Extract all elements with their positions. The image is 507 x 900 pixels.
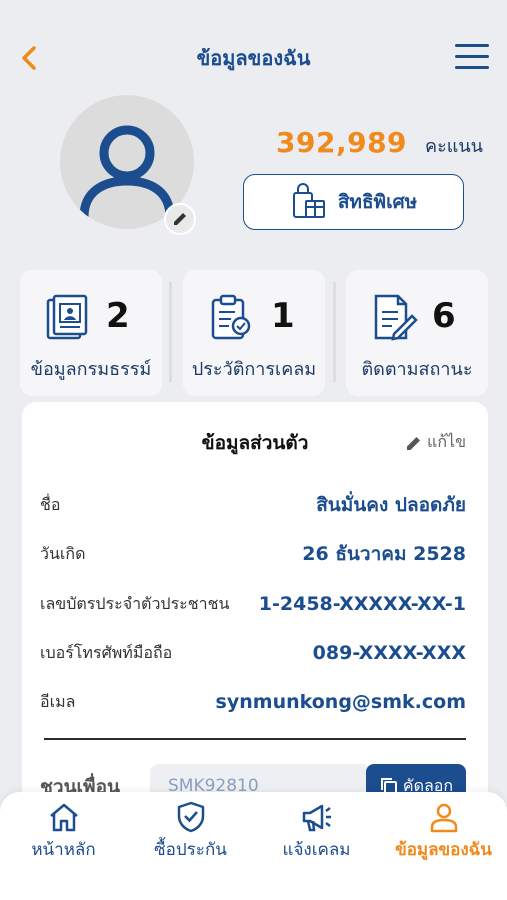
info-row-id-card: เลขบัตรประจำตัวประชาชน 1-2458-XXXXX-XX-1 bbox=[40, 589, 466, 619]
divider bbox=[169, 282, 172, 382]
info-row-birthdate: วันเกิด 26 ธันวาคม 2528 bbox=[40, 539, 466, 569]
info-value: 1-2458-XXXXX-XX-1 bbox=[258, 593, 466, 615]
tab-buy-insurance[interactable]: ซื้อประกัน bbox=[127, 792, 254, 900]
stat-card-claim-history[interactable]: 1 ประวัติการเคลม bbox=[183, 270, 325, 396]
info-label: เลขบัตรประจำตัวประชาชน bbox=[40, 593, 230, 613]
info-label: อีเมล bbox=[40, 691, 76, 711]
divider bbox=[333, 282, 336, 382]
stat-label: ข้อมูลกรมธรรม์ bbox=[30, 359, 152, 380]
shield-check-icon bbox=[177, 801, 204, 833]
personal-info-card: ข้อมูลส่วนตัว แก้ไข ชื่อ สินมั่นคง ปลอดภ… bbox=[22, 402, 488, 822]
info-value: สินมั่นคง ปลอดภัย bbox=[316, 494, 466, 516]
policy-document-icon bbox=[46, 294, 88, 340]
page-title: ข้อมูลของฉัน bbox=[196, 46, 311, 70]
stat-label: ติดตามสถานะ bbox=[361, 359, 473, 380]
tab-my-info[interactable]: ข้อมูลของฉัน bbox=[380, 792, 507, 900]
info-row-email: อีเมล synmunkong@smk.com bbox=[40, 687, 466, 717]
menu-button[interactable] bbox=[455, 44, 489, 72]
stat-value: 2 bbox=[106, 296, 130, 336]
info-label: เบอร์โทรศัพท์มือถือ bbox=[40, 642, 173, 662]
avatar-edit-button[interactable] bbox=[164, 203, 196, 235]
info-row-phone: เบอร์โทรศัพท์มือถือ 089-XXXX-XXX bbox=[40, 638, 466, 668]
info-row-name: ชื่อ สินมั่นคง ปลอดภัย bbox=[40, 490, 466, 520]
header: ข้อมูลของฉัน bbox=[0, 0, 507, 110]
tab-report-claim[interactable]: แจ้งเคลม bbox=[253, 792, 380, 900]
info-label: วันเกิด bbox=[40, 543, 86, 563]
stat-value: 1 bbox=[271, 296, 295, 336]
points-unit: คะแนน bbox=[425, 136, 483, 157]
clipboard-check-icon bbox=[211, 294, 251, 340]
points-value: 392,989 bbox=[276, 126, 408, 159]
pencil-icon bbox=[174, 213, 186, 225]
info-value: 089-XXXX-XXX bbox=[312, 642, 466, 664]
bottom-tab-bar: หน้าหลัก ซื้อประกัน แจ้งเคลม ข้อมูลของฉั… bbox=[0, 792, 507, 900]
tab-label: ซื้อประกัน bbox=[154, 840, 227, 860]
tab-label: หน้าหลัก bbox=[31, 840, 96, 860]
stat-card-status-tracking[interactable]: 6 ติดตามสถานะ bbox=[346, 270, 488, 396]
privilege-label: สิทธิพิเศษ bbox=[337, 191, 418, 213]
megaphone-icon bbox=[302, 804, 331, 832]
tab-label: ข้อมูลของฉัน bbox=[395, 840, 492, 860]
tab-home[interactable]: หน้าหลัก bbox=[0, 792, 127, 900]
privilege-button[interactable]: สิทธิพิเศษ bbox=[243, 174, 464, 230]
stat-card-policy[interactable]: 2 ข้อมูลกรมธรรม์ bbox=[20, 270, 162, 396]
document-edit-icon bbox=[374, 294, 418, 341]
hamburger-icon bbox=[455, 44, 489, 47]
gift-bag-icon bbox=[292, 183, 325, 218]
stat-label: ประวัติการเคลม bbox=[191, 359, 317, 380]
pencil-icon bbox=[407, 436, 421, 450]
divider bbox=[44, 738, 466, 740]
points: 392,989 คะแนน bbox=[276, 126, 483, 160]
info-label: ชื่อ bbox=[40, 494, 61, 514]
home-icon bbox=[49, 803, 78, 832]
tab-label: แจ้งเคลม bbox=[282, 840, 351, 860]
info-value: synmunkong@smk.com bbox=[215, 691, 466, 713]
stat-value: 6 bbox=[432, 296, 456, 336]
user-icon bbox=[430, 803, 457, 833]
edit-button[interactable]: แก้ไข bbox=[405, 430, 466, 455]
info-value: 26 ธันวาคม 2528 bbox=[302, 543, 466, 565]
edit-label: แก้ไข bbox=[427, 432, 466, 451]
